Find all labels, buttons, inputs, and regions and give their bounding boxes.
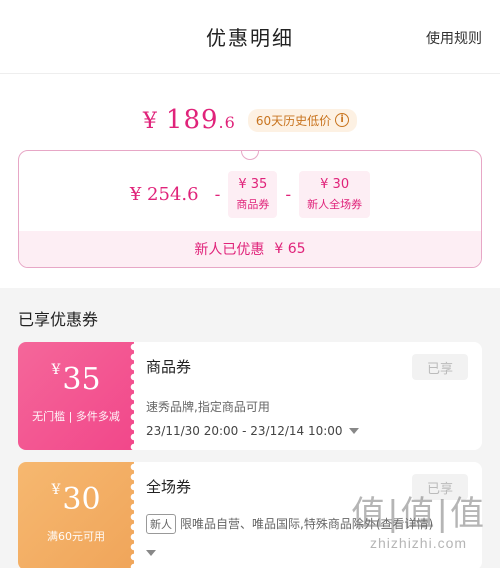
final-price: ¥189.6 [143, 105, 236, 135]
coupon-condition: 无门槛 | 多件多减 [32, 410, 120, 423]
coupon-amount: ¥30 [18, 482, 134, 517]
usage-rules-link[interactable]: 使用规则 [426, 28, 482, 48]
coupon-condition: 满60元可用 [47, 530, 105, 543]
coupon-card[interactable]: ¥35 无门槛 | 多件多减 商品券 已享 速秀品牌,指定商品可用 23/11/… [18, 342, 482, 450]
watermark-url: zhizhizhi.com [370, 535, 468, 551]
coupon-value-panel: ¥30 满60元可用 [18, 462, 138, 568]
site-watermark: 值|值|值 zhizhizhi.com [351, 486, 486, 551]
coupon-value-panel: ¥35 无门槛 | 多件多减 [18, 342, 138, 450]
final-price-currency: ¥ [142, 109, 158, 134]
coupon-currency: ¥ [51, 482, 61, 498]
header-bar: 优惠明细 使用规则 [0, 0, 500, 74]
chip-label: 新人全场券 [307, 197, 363, 211]
final-price-row: ¥189.6 60天历史低价 i [0, 104, 500, 136]
coupon-date-range: 23/11/30 20:00 - 23/12/14 10:00 [146, 424, 343, 438]
discount-summary: ¥189.6 60天历史低价 i ¥ 254.6 - ¥ 35 商品券 - ¥ … [0, 74, 500, 288]
info-icon[interactable]: i [335, 113, 350, 127]
coupon-amount-value: 35 [62, 362, 101, 397]
chevron-down-icon[interactable] [348, 428, 359, 434]
price-breakdown: ¥ 254.6 - ¥ 35 商品券 - ¥ 30 新人全场券 [19, 165, 481, 223]
final-price-decimal: .6 [218, 113, 236, 132]
chevron-down-icon[interactable] [146, 550, 156, 556]
history-low-label: 60天历史低价 [255, 113, 332, 128]
history-low-badge[interactable]: 60天历史低价 i [247, 108, 358, 132]
discount-chip-product: ¥ 35 商品券 [228, 170, 278, 218]
minus-sign: - [214, 184, 221, 204]
page-title: 优惠明细 [206, 26, 294, 50]
total-discount-footer: 新人已优惠 ¥ 65 [19, 231, 481, 267]
total-discount-amount: ¥ 65 [274, 241, 306, 257]
used-button[interactable]: 已享 [412, 354, 468, 380]
new-user-tag: 新人 [146, 514, 176, 534]
chip-label: 商品券 [236, 197, 270, 211]
box-notch [241, 151, 259, 160]
chip-amount: ¥ 35 [238, 176, 268, 192]
total-discount-label: 新人已优惠 [194, 242, 265, 258]
watermark-logo: 值|值|值 [351, 494, 486, 534]
coupon-details: 商品券 已享 速秀品牌,指定商品可用 23/11/30 20:00 - 23/1… [146, 342, 482, 450]
minus-sign: - [285, 184, 292, 204]
chip-amount: ¥ 30 [320, 176, 350, 192]
coupon-amount-value: 30 [62, 482, 101, 517]
coupon-description: 速秀品牌,指定商品可用 [146, 400, 270, 414]
section-title: 已享优惠券 [18, 310, 99, 329]
price-calculation-box: ¥ 254.6 - ¥ 35 商品券 - ¥ 30 新人全场券 新人已优惠 ¥ … [18, 150, 482, 268]
coupon-amount: ¥35 [18, 362, 134, 397]
coupon-currency: ¥ [51, 362, 61, 378]
original-price: ¥ 254.6 [129, 183, 199, 205]
discount-chip-newuser: ¥ 30 新人全场券 [299, 170, 371, 218]
final-price-integer: 189 [165, 105, 219, 135]
coupon-title: 全场券 [146, 478, 192, 496]
coupon-title: 商品券 [146, 358, 192, 376]
coupon-validity[interactable]: 23/11/30 20:00 - 23/12/14 10:00 [146, 424, 359, 438]
